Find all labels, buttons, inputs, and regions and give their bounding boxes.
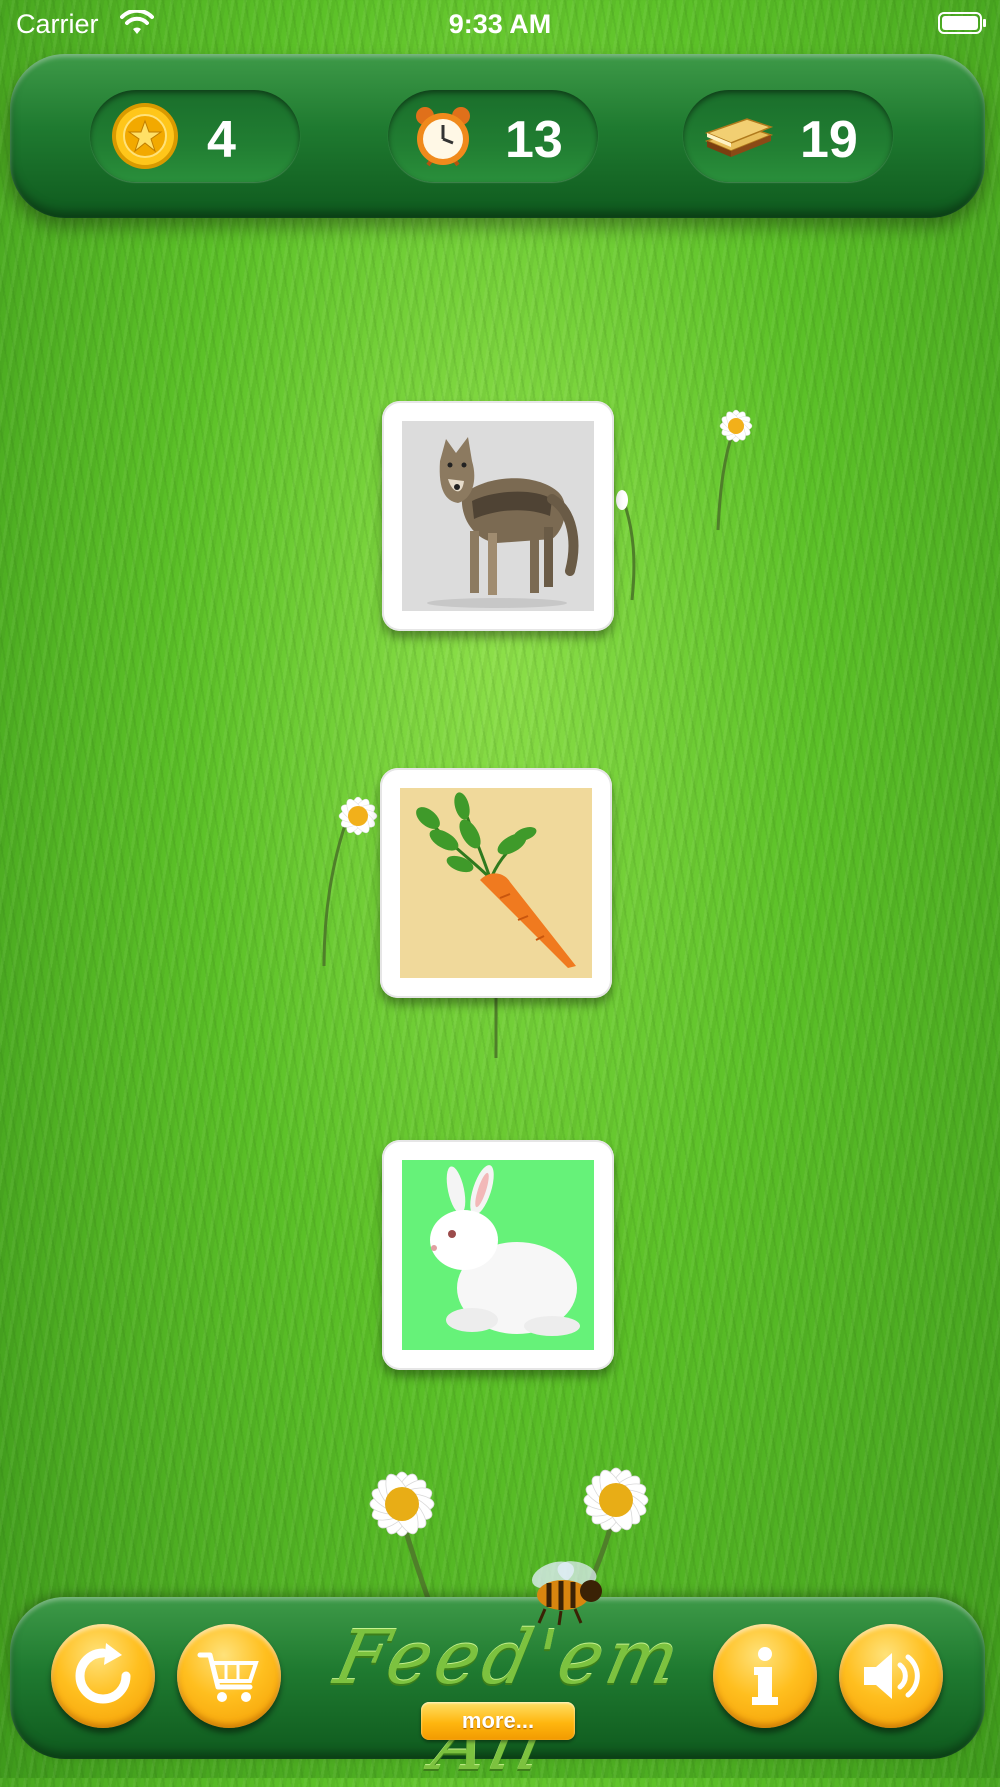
wolf-image (402, 421, 594, 611)
cookies-counter: 19 (683, 90, 893, 182)
status-bar: Carrier 9:33 AM (0, 0, 1000, 50)
cart-icon (197, 1652, 259, 1702)
daisy-stem-icon (494, 998, 498, 1058)
carrot-card[interactable] (380, 768, 612, 998)
more-button[interactable]: more... (421, 1702, 575, 1740)
cookie-stack-icon (704, 118, 773, 157)
alarm-clock-icon (416, 107, 470, 167)
coins-counter: 4 (90, 90, 300, 182)
battery-icon (938, 12, 986, 34)
coin-icon (112, 103, 178, 169)
restart-button[interactable] (51, 1624, 155, 1728)
daisy-flower-icon (616, 490, 636, 601)
rabbit-image (402, 1160, 594, 1350)
daisy-flower-icon (369, 1471, 435, 1605)
daisy-flower-icon (716, 409, 753, 531)
shop-button[interactable] (177, 1624, 281, 1728)
info-button[interactable] (713, 1624, 817, 1728)
info-icon (752, 1647, 778, 1705)
sound-icon (864, 1653, 920, 1699)
status-time: 9:33 AM (448, 9, 552, 39)
stats-panel: 4 13 19 (10, 54, 985, 218)
game-title: Feed'em All (327, 1615, 691, 1787)
bee-icon (531, 1561, 602, 1626)
timer-counter: 13 (388, 90, 598, 182)
coins-value: 4 (207, 111, 236, 169)
sound-button[interactable] (839, 1624, 943, 1728)
cookies-value: 19 (800, 111, 858, 169)
rabbit-card[interactable] (382, 1140, 614, 1370)
bottom-toolbar: Feed'em All more... (10, 1561, 985, 1787)
wolf-card[interactable] (382, 401, 614, 631)
restart-icon (75, 1643, 131, 1704)
carrot-image (400, 788, 592, 978)
timer-value: 13 (505, 111, 563, 169)
